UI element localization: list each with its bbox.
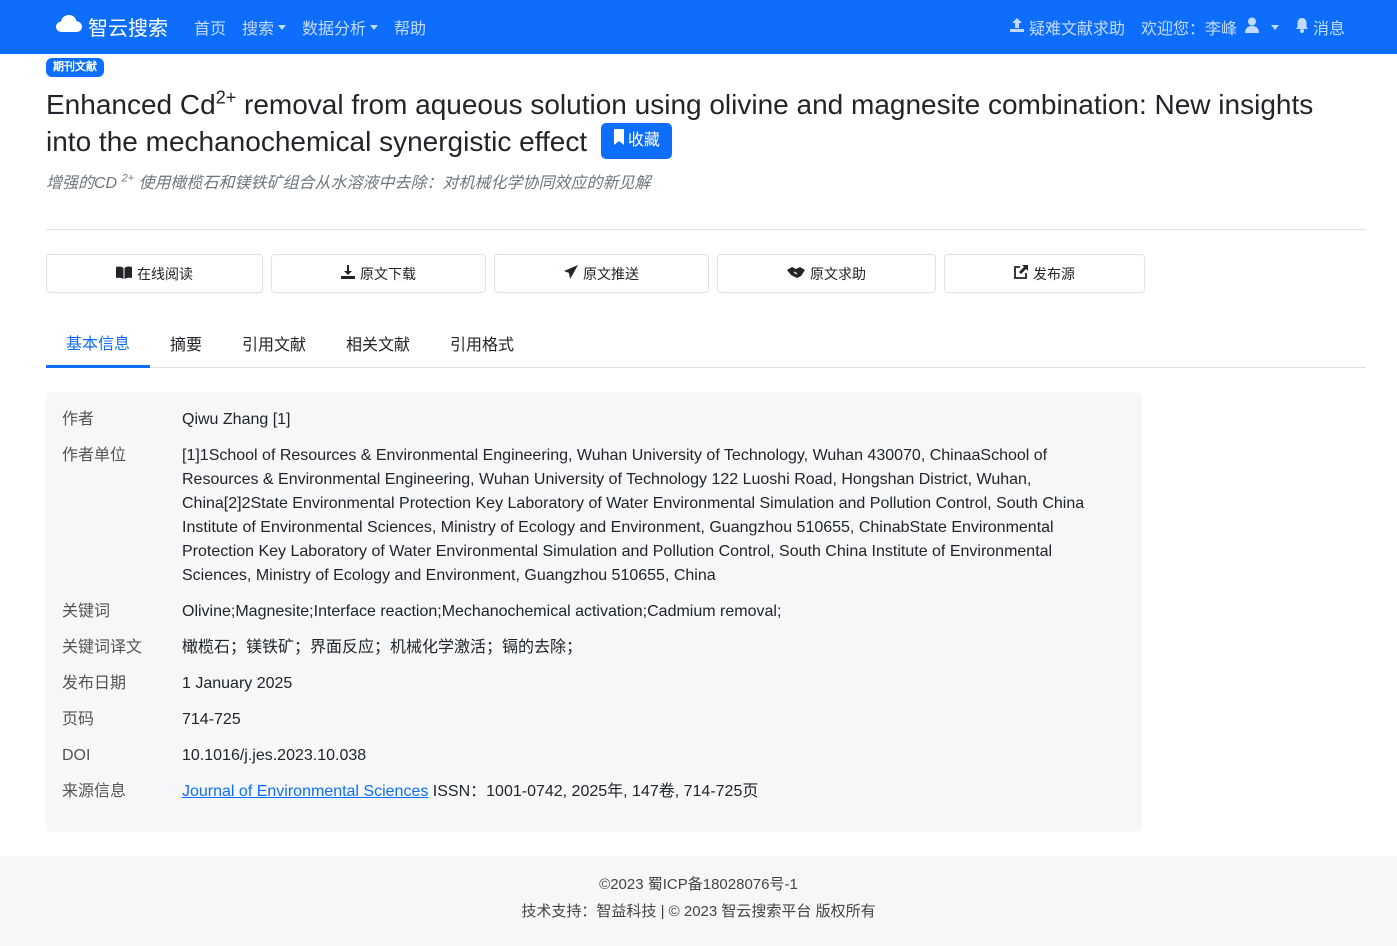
info-row-keywords: 关键词 Olivine;Magnesite;Interface reaction… — [62, 600, 1122, 624]
info-row-date: 发布日期 1 January 2025 — [62, 672, 1122, 696]
user-menu[interactable]: 欢迎您：李峰 — [1141, 15, 1279, 39]
read-online-label: 在线阅读 — [137, 265, 193, 282]
chevron-down-icon — [1270, 24, 1279, 30]
title-part1: Enhanced Cd — [46, 89, 216, 120]
nav-help-request-label: 疑难文献求助 — [1028, 21, 1125, 38]
source-details: ISSN：1001-0742, 2025年, 147卷, 714-725页 — [428, 783, 759, 800]
request-label: 原文求助 — [810, 265, 866, 282]
tab-bar: 基本信息 摘要 引用文献 相关文献 引用格式 — [46, 318, 1366, 368]
push-label: 原文推送 — [583, 265, 639, 282]
download-label: 原文下载 — [360, 265, 416, 282]
subtitle-sup: 2+ — [121, 172, 135, 185]
footer-icp: ©2023 蜀ICP备18028076号-1 — [599, 876, 798, 893]
chevron-down-icon — [278, 24, 287, 30]
keywords-label: 关键词 — [62, 603, 111, 620]
nav-data-analysis-label: 数据分析 — [302, 21, 367, 38]
subtitle-part1: 增强的CD — [46, 175, 122, 192]
title-part2: removal from aqueous solution using oliv… — [46, 89, 1314, 157]
info-row-affiliation: 作者单位 [1]1School of Resources & Environme… — [62, 444, 1122, 588]
download-button[interactable]: 原文下载 — [271, 254, 486, 293]
info-panel: 作者 Qiwu Zhang [1] 作者单位 [1]1School of Res… — [46, 392, 1142, 832]
user-icon — [1244, 17, 1263, 38]
handshake-icon — [787, 266, 810, 282]
tab-abstract[interactable]: 摘要 — [150, 318, 222, 368]
source-label: 发布源 — [1033, 265, 1075, 282]
translated-title: 增强的CD 2+ 使用橄榄石和镁铁矿组合从水溶液中去除：对机械化学协同效应的新见… — [46, 172, 651, 196]
bookmark-icon — [613, 128, 628, 153]
footer-support: 技术支持：智益科技 | © 2023 智云搜索平台 版权所有 — [521, 903, 876, 920]
nav-help-request[interactable]: 疑难文献求助 — [1009, 15, 1125, 39]
request-button[interactable]: 原文求助 — [717, 254, 936, 293]
download-icon — [341, 265, 360, 282]
tab-references[interactable]: 引用文献 — [222, 318, 326, 368]
keywords-cn-label: 关键词译文 — [62, 639, 143, 656]
subtitle-part2: 使用橄榄石和镁铁矿组合从水溶液中去除：对机械化学协同效应的新见解 — [134, 175, 651, 192]
info-row-doi: DOI 10.1016/j.jes.2023.10.038 — [62, 744, 1122, 768]
date-value: 1 January 2025 — [182, 675, 293, 692]
info-row-pages: 页码 714-725 — [62, 708, 1122, 732]
nav-home[interactable]: 首页 — [194, 15, 226, 39]
source-button[interactable]: 发布源 — [944, 254, 1145, 293]
divider — [46, 229, 1366, 230]
nav-messages-label: 消息 — [1312, 21, 1345, 38]
pages-value: 714-725 — [182, 711, 241, 728]
brand-name: 智云搜索 — [88, 18, 168, 40]
info-row-author: 作者 Qiwu Zhang [1] — [62, 408, 1122, 432]
welcome-text: 欢迎您：李峰 — [1140, 21, 1237, 38]
source-info-value: Journal of Environmental Sciences ISSN：1… — [182, 780, 1122, 804]
push-button[interactable]: 原文推送 — [494, 254, 709, 293]
send-icon — [564, 265, 583, 282]
nav-search-label: 搜索 — [242, 21, 275, 38]
tab-basic-info[interactable]: 基本信息 — [46, 318, 150, 368]
keywords-value: Olivine;Magnesite;Interface reaction;Mec… — [182, 603, 782, 620]
keywords-cn-value: 橄榄石；镁铁矿；界面反应；机械化学激活；镉的去除； — [182, 639, 583, 656]
nav-search[interactable]: 搜索 — [242, 15, 287, 39]
source-info-label: 来源信息 — [62, 783, 127, 800]
nav-data-analysis[interactable]: 数据分析 — [302, 15, 379, 39]
favorite-button[interactable]: 收藏 — [600, 122, 672, 159]
date-label: 发布日期 — [62, 675, 127, 692]
navbar: 智云搜索 首页 搜索 数据分析 帮助 疑难文献求助 欢迎您：李峰 消息 — [0, 0, 1397, 54]
info-row-keywords-cn: 关键词译文 橄榄石；镁铁矿；界面反应；机械化学激活；镉的去除； — [62, 636, 1122, 660]
nav-help[interactable]: 帮助 — [394, 15, 426, 39]
cloud-icon — [56, 14, 88, 40]
read-online-button[interactable]: 在线阅读 — [46, 254, 263, 293]
doi-value: 10.1016/j.jes.2023.10.038 — [182, 747, 367, 764]
brand-logo[interactable]: 智云搜索 — [56, 12, 168, 41]
tab-related[interactable]: 相关文献 — [326, 318, 430, 368]
affiliation-value: [1]1School of Resources & Environmental … — [182, 447, 1085, 584]
pages-label: 页码 — [62, 711, 95, 728]
author-label: 作者 — [62, 411, 95, 428]
tab-citation-format[interactable]: 引用格式 — [430, 318, 534, 368]
chevron-down-icon — [370, 24, 379, 30]
page-title: Enhanced Cd2+ removal from aqueous solut… — [46, 86, 1366, 162]
upload-icon — [1009, 17, 1029, 38]
journal-link[interactable]: Journal of Environmental Sciences — [182, 783, 428, 800]
info-row-source: 来源信息 Journal of Environmental Sciences I… — [62, 780, 1122, 804]
affiliation-label: 作者单位 — [62, 447, 127, 464]
favorite-label: 收藏 — [627, 131, 660, 149]
footer: ©2023 蜀ICP备18028076号-1 技术支持：智益科技 | © 202… — [0, 856, 1397, 946]
journal-badge: 期刊文献 — [46, 58, 104, 77]
bell-icon — [1295, 17, 1313, 38]
author-value: Qiwu Zhang [1] — [182, 411, 291, 428]
nav-messages[interactable]: 消息 — [1295, 15, 1345, 39]
external-link-icon — [1014, 265, 1033, 282]
doi-label: DOI — [62, 747, 91, 764]
title-sup: 2+ — [215, 87, 237, 108]
book-icon — [116, 265, 137, 282]
